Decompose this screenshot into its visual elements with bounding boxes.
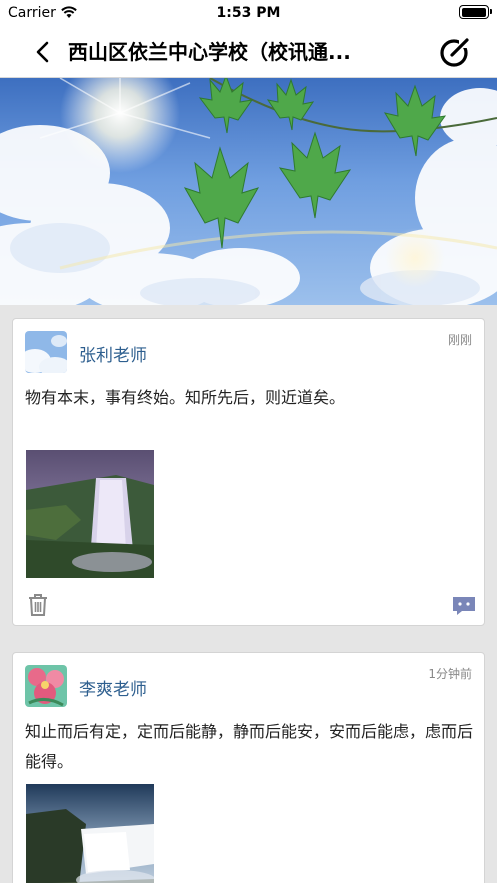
maple-leaves-sky-illustration bbox=[0, 78, 497, 305]
chevron-left-icon[interactable] bbox=[30, 38, 56, 66]
compose-icon[interactable] bbox=[438, 35, 472, 69]
trash-icon[interactable] bbox=[27, 593, 49, 617]
comment-icon[interactable] bbox=[452, 596, 476, 616]
post-photo[interactable] bbox=[26, 450, 154, 578]
avatar[interactable] bbox=[25, 331, 67, 373]
flower-avatar-image bbox=[25, 665, 67, 707]
avatar[interactable] bbox=[25, 665, 67, 707]
post-card: 李爽老师 1分钟前 知止而后有定，定而后能静，静而后能安，安而后能虑，虑而后能得… bbox=[12, 652, 485, 883]
post-content: 物有本末，事有终始。知所先后，则近道矣。 bbox=[25, 388, 346, 407]
sky-avatar-image bbox=[25, 331, 67, 373]
post-content: 知止而后有定，定而后能静，静而后能安，安而后能虑，虑而后能得。 bbox=[25, 722, 474, 771]
navigation-bar: 西山区依兰中心学校（校讯通... bbox=[0, 26, 497, 78]
banner-image bbox=[0, 78, 497, 305]
post-time: 刚刚 bbox=[447, 333, 472, 347]
post-time: 1分钟前 bbox=[428, 667, 472, 681]
status-time: 1:53 PM bbox=[216, 5, 281, 21]
author-name[interactable]: 张利老师 bbox=[79, 341, 147, 366]
post-card: 张利老师 刚刚 物有本末，事有终始。知所先后，则近道矣。 bbox=[12, 318, 485, 626]
waterfall-photo bbox=[26, 784, 154, 883]
status-bar: Carrier 1:53 PM bbox=[0, 0, 497, 26]
battery-level bbox=[461, 7, 486, 17]
author-name[interactable]: 李爽老师 bbox=[79, 675, 147, 700]
waterfall-photo bbox=[26, 450, 154, 578]
page-title: 西山区依兰中心学校（校讯通... bbox=[68, 40, 351, 64]
post-photo[interactable] bbox=[26, 784, 154, 883]
battery-icon bbox=[459, 5, 492, 19]
